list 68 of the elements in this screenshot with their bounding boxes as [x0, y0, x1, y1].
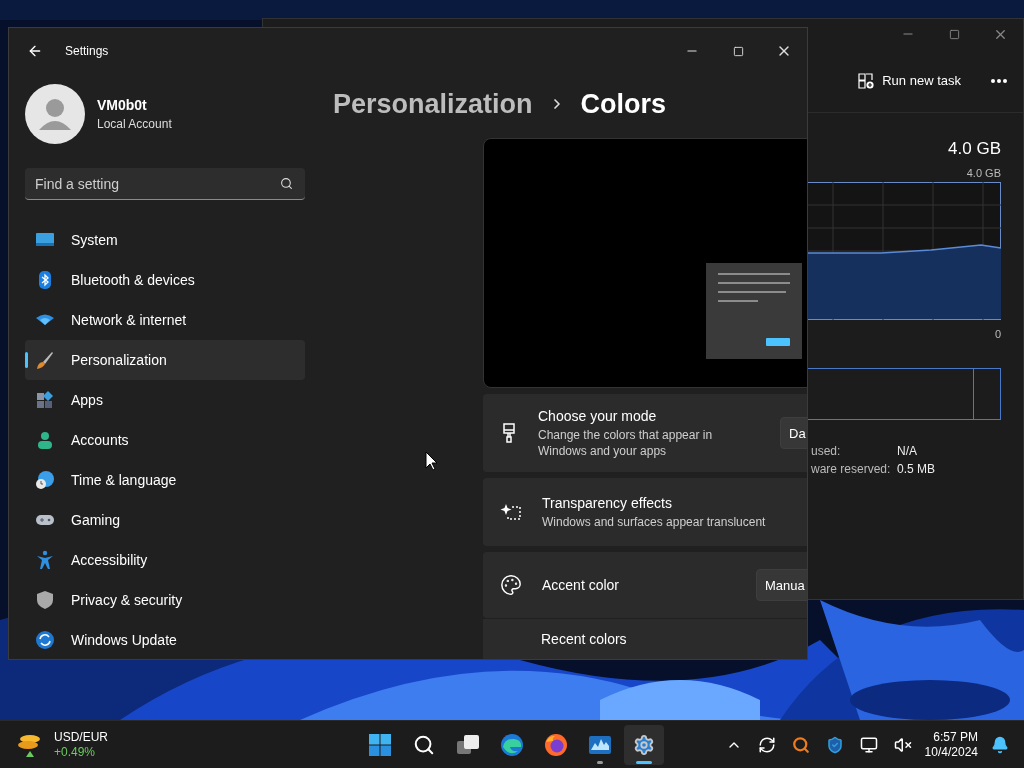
paintbrush-icon — [35, 350, 55, 370]
stat-value: N/A — [897, 444, 918, 458]
shield-icon — [825, 735, 844, 754]
setting-title: Transparency effects — [542, 494, 673, 511]
clock-time[interactable]: 6:57 PM — [933, 729, 978, 745]
search-icon — [280, 177, 293, 190]
sync-icon — [757, 735, 776, 754]
cursor-icon — [425, 451, 438, 471]
graph-min-label: 0 — [994, 328, 1001, 340]
windows-logo-icon — [368, 732, 392, 757]
bell-icon — [991, 735, 1009, 754]
breadcrumb-parent[interactable]: Personalization — [333, 88, 533, 120]
person-icon — [35, 430, 55, 450]
stat-value: 0.5 MB — [897, 462, 935, 476]
task-view-icon — [456, 733, 480, 756]
sync-icon — [35, 630, 55, 650]
nav-item[interactable]: Accounts — [25, 420, 305, 460]
stat-label: used: — [811, 444, 842, 458]
shield-icon — [35, 590, 55, 610]
nav-item[interactable]: Windows Update — [25, 620, 305, 659]
widget-label[interactable]: USD/EUR — [54, 729, 108, 745]
user-name: VM0b0t — [97, 97, 148, 113]
nav-item[interactable]: Network & internet — [25, 300, 305, 340]
magnifier-icon — [791, 735, 810, 754]
nav-item[interactable]: Accessibility — [25, 540, 305, 580]
window-add-icon — [858, 72, 875, 89]
nav-item[interactable]: System — [25, 220, 305, 260]
browser-wave-icon — [500, 732, 524, 757]
globe-clock-icon — [35, 470, 55, 490]
taskbar-app-button[interactable] — [624, 724, 664, 765]
avatar — [25, 84, 85, 144]
stat-label: ware reserved: — [811, 462, 892, 476]
setting-title: Choose your mode — [538, 407, 658, 424]
nav-item[interactable]: Time & language — [25, 460, 305, 500]
clock-date[interactable]: 10/4/2024 — [924, 744, 978, 760]
memory-total: 4.0 GB — [948, 139, 1001, 159]
maximize-icon — [948, 28, 960, 40]
window-title: Settings — [65, 44, 110, 58]
sparkle-frame-icon — [500, 502, 522, 522]
accessibility-icon — [35, 550, 55, 570]
account-type: Local Account — [97, 117, 172, 131]
maximize-icon — [732, 45, 744, 57]
setting-description: Change the colors that appear in Windows and your apps — [538, 426, 714, 459]
apps-icon — [35, 390, 55, 410]
volume-muted-icon — [893, 735, 912, 754]
more-icon — [991, 78, 1007, 83]
setting-title: Accent color — [542, 577, 621, 593]
nav-item[interactable]: Personalization — [25, 340, 305, 380]
performance-chart-icon — [588, 733, 612, 756]
widget-change: +0.49% — [54, 744, 97, 760]
palette-icon — [500, 574, 522, 596]
monitor-icon — [859, 735, 878, 754]
search-field[interactable]: Find a setting — [25, 168, 305, 200]
dropdown[interactable]: Da — [780, 417, 807, 449]
setting-title: Recent colors — [540, 631, 627, 647]
search-icon — [413, 733, 435, 756]
nav-item[interactable]: Bluetooth & devices — [25, 260, 305, 300]
run-new-task-button[interactable]: Run new task — [850, 66, 969, 95]
graph-max-label: 4.0 GB — [966, 167, 1001, 179]
nav-item[interactable]: Apps — [25, 380, 305, 420]
nav-item[interactable]: Privacy & security — [25, 580, 305, 620]
page-title: Colors — [580, 88, 667, 120]
settings-icon — [633, 733, 655, 756]
fox-browser-icon — [544, 732, 568, 757]
nav-item[interactable]: Gaming — [25, 500, 305, 540]
paintbrush-icon — [500, 423, 518, 443]
setting-description: Windows and surfaces appear translucent — [542, 513, 767, 530]
dropdown[interactable]: Manua — [756, 569, 807, 601]
